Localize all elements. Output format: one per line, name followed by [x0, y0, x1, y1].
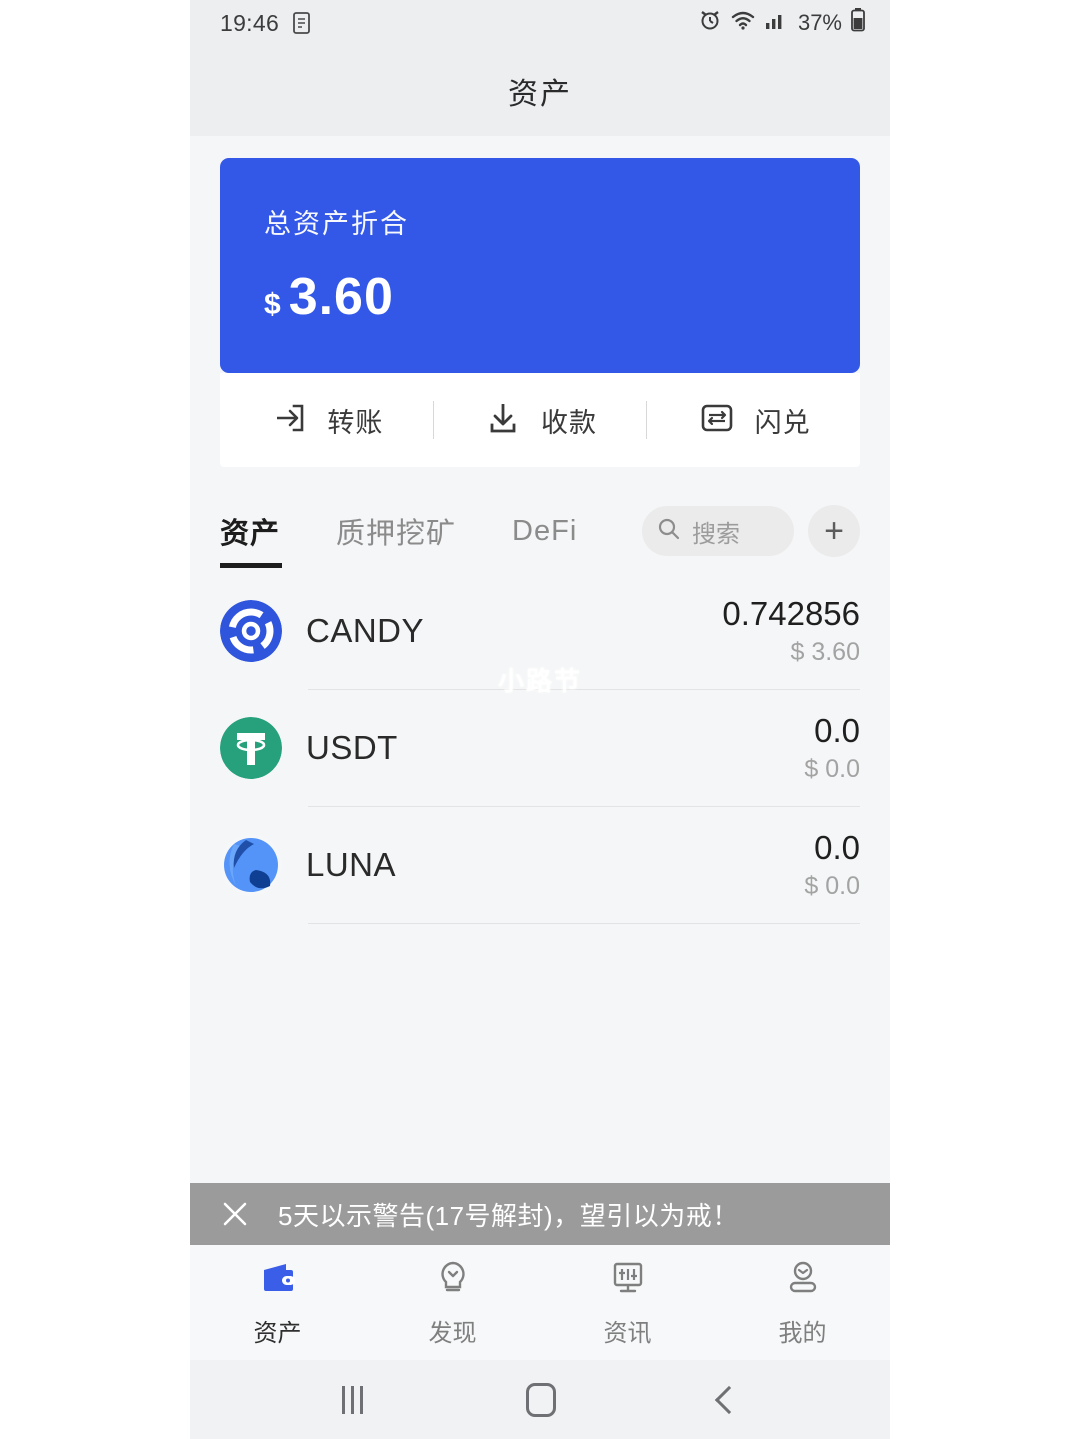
transfer-out-icon	[269, 398, 309, 443]
total-balance-card[interactable]: 总资产折合 $ 3.60	[220, 158, 860, 373]
download-receive-icon	[483, 398, 523, 443]
close-x-icon[interactable]	[220, 1199, 250, 1229]
asset-values: 0.0 $ 0.0	[804, 712, 860, 784]
alarm-icon	[698, 8, 722, 38]
usdt-token-icon	[220, 717, 282, 779]
battery-percent: 37%	[797, 10, 842, 35]
back-icon[interactable]	[714, 1385, 743, 1414]
phone-screen: 19:46 37% 资产 总资产折合 $ 3.60 转账 收款 闪兑 资产 质押…	[190, 0, 890, 1439]
tab-staking[interactable]: 质押挖矿	[336, 510, 456, 568]
asset-fiat-value: $ 0.0	[804, 871, 860, 900]
page-title: 资产	[508, 78, 572, 111]
person-icon	[783, 1258, 823, 1303]
balance-value: 3.60	[288, 268, 394, 326]
candy-token-icon	[220, 600, 282, 662]
total-balance-amount: $ 3.60	[264, 267, 816, 327]
plus-icon: +	[824, 512, 844, 550]
battery-icon	[850, 7, 866, 39]
nav-item-assets-label: 资产	[253, 1319, 302, 1347]
total-balance-label: 总资产折合	[264, 209, 409, 239]
swap-exchange-icon	[697, 398, 737, 443]
asset-values: 0.742856 $ 3.60	[722, 595, 860, 667]
nav-item-assets[interactable]: 资产	[190, 1258, 365, 1348]
screenshot-root: 19:46 37% 资产 总资产折合 $ 3.60 转账 收款 闪兑 资产 质押…	[0, 0, 1080, 1439]
balance-card-wrapper: 总资产折合 $ 3.60	[190, 136, 890, 373]
warning-banner: 5天以示警告(17号解封)，望引以为戒！	[190, 1183, 890, 1245]
asset-symbol: LUNA	[306, 846, 397, 883]
bottom-navigation: 资产 发现 资讯 我的	[190, 1245, 890, 1360]
transfer-action[interactable]: 转账	[220, 373, 433, 467]
quick-actions-bar: 转账 收款 闪兑	[220, 373, 860, 467]
asset-symbol: USDT	[306, 729, 398, 766]
tab-staking-label: 质押挖矿	[336, 518, 457, 550]
tab-assets[interactable]: 资产	[220, 510, 283, 568]
search-input[interactable]: 搜索	[642, 506, 794, 556]
asset-list: CANDY 0.742856 $ 3.60 小路节 USDT 0.0 $ 0.0…	[190, 573, 890, 1183]
luna-token-icon	[220, 834, 282, 896]
table-row[interactable]: LUNA 0.0 $ 0.0	[220, 807, 860, 923]
wallet-icon	[258, 1258, 298, 1303]
table-row[interactable]: USDT 0.0 $ 0.0	[220, 690, 860, 806]
asset-fiat-value: $ 0.0	[804, 754, 860, 783]
recents-icon[interactable]	[341, 1385, 363, 1414]
monitor-chart-icon	[608, 1258, 648, 1303]
signal-bars-icon	[764, 8, 788, 38]
tab-assets-label: 资产	[220, 518, 281, 550]
tab-defi-label: DeFi	[512, 514, 578, 547]
nav-item-news[interactable]: 资讯	[540, 1258, 715, 1348]
list-divider	[308, 923, 860, 924]
home-icon[interactable]	[525, 1382, 556, 1417]
currency-symbol: $	[264, 288, 281, 321]
asset-tabs: 资产 质押挖矿 DeFi 搜索 +	[190, 467, 890, 573]
asset-symbol: CANDY	[306, 612, 425, 649]
status-bar: 19:46 37%	[190, 0, 890, 46]
status-icons: 37%	[698, 7, 866, 39]
asset-amount: 0.742856	[722, 594, 860, 632]
lightbulb-icon	[433, 1258, 473, 1303]
warning-banner-message: 5天以示警告(17号解封)，望引以为戒！	[278, 1200, 739, 1231]
asset-amount: 0.0	[814, 711, 860, 749]
swap-action[interactable]: 闪兑	[647, 373, 860, 467]
table-row[interactable]: CANDY 0.742856 $ 3.60	[220, 573, 860, 689]
asset-fiat-value: $ 3.60	[790, 637, 860, 666]
status-time: 19:46	[220, 9, 280, 36]
page-header: 资产	[190, 46, 890, 136]
receive-action[interactable]: 收款	[434, 373, 647, 467]
document-icon	[291, 11, 313, 35]
nav-item-profile-label: 我的	[778, 1319, 827, 1347]
tab-defi[interactable]: DeFi	[512, 515, 577, 564]
android-navigation-bar	[190, 1360, 890, 1439]
search-placeholder: 搜索	[692, 520, 740, 548]
asset-values: 0.0 $ 0.0	[804, 829, 860, 901]
nav-item-discover[interactable]: 发现	[365, 1258, 540, 1348]
nav-item-discover-label: 发现	[428, 1319, 477, 1347]
swap-action-label: 闪兑	[754, 407, 811, 438]
nav-item-profile[interactable]: 我的	[715, 1258, 890, 1348]
asset-amount: 0.0	[814, 828, 860, 866]
transfer-action-label: 转账	[327, 407, 384, 438]
receive-action-label: 收款	[541, 407, 597, 438]
wifi-icon	[730, 8, 756, 38]
search-icon	[656, 516, 682, 547]
add-token-button[interactable]: +	[808, 505, 860, 557]
nav-item-news-label: 资讯	[603, 1319, 652, 1347]
